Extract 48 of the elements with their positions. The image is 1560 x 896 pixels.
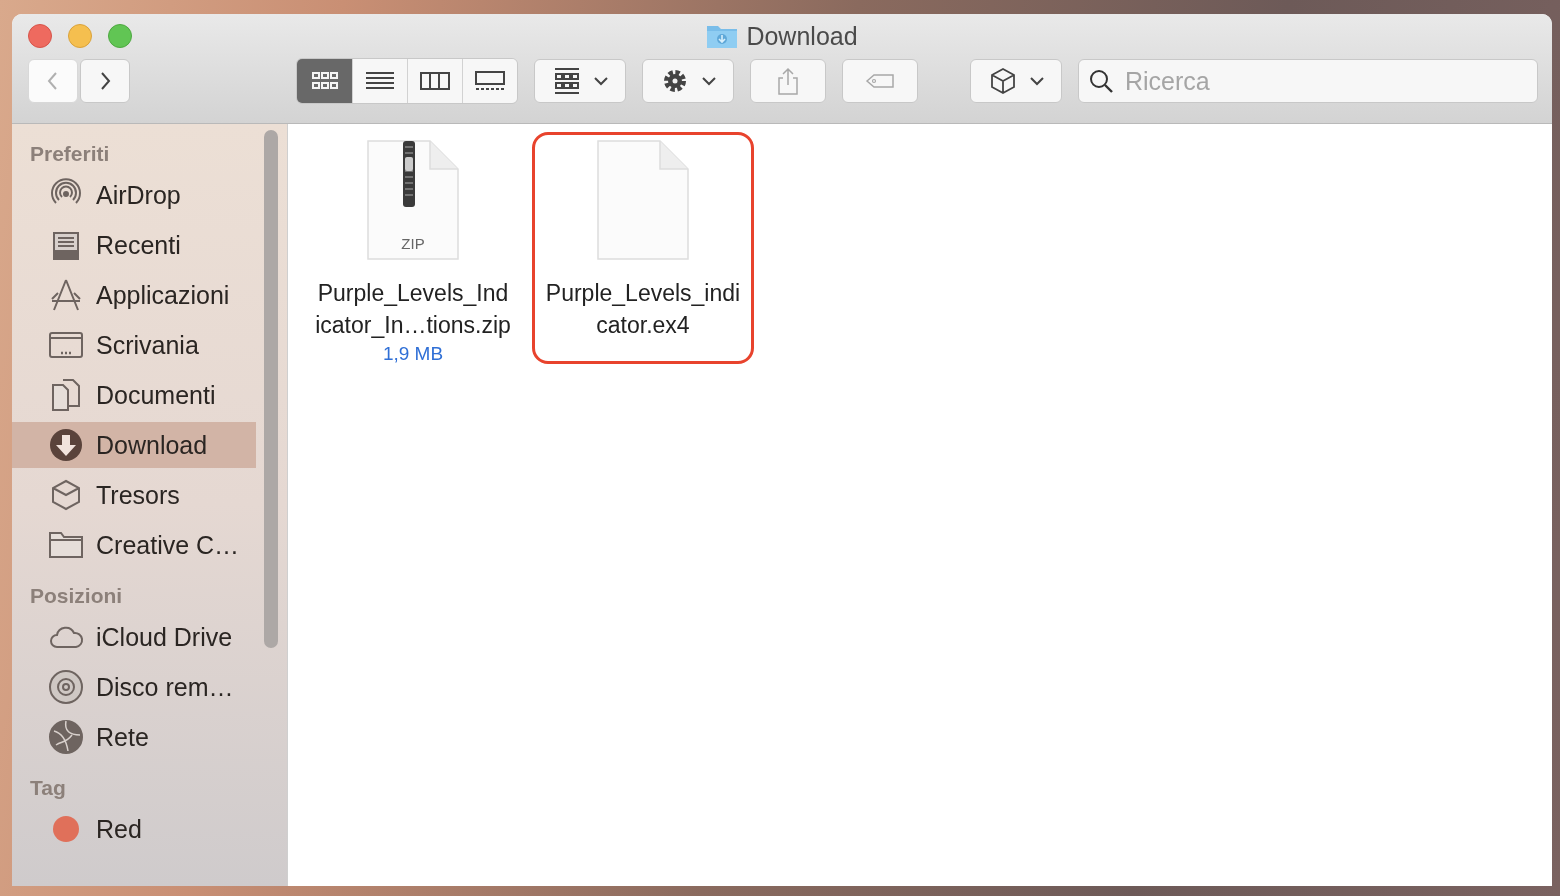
grid-icon <box>552 66 582 96</box>
folder-icon <box>706 23 739 49</box>
network-icon <box>48 719 84 755</box>
cube-button[interactable] <box>970 59 1062 103</box>
forward-button[interactable] <box>80 59 130 103</box>
share-button[interactable] <box>750 59 826 103</box>
sidebar-item[interactable]: Rete <box>12 714 256 760</box>
disc-icon <box>48 669 84 705</box>
sidebar-item[interactable]: Documenti <box>12 372 256 418</box>
gallery-icon <box>475 70 505 92</box>
file-item[interactable]: ZIP Purple_Levels_Ind icator_In…tions.zip 1,9 MB <box>302 132 524 376</box>
search-field[interactable]: Ricerca <box>1078 59 1538 103</box>
columns-view-button[interactable] <box>407 59 462 103</box>
sidebar-item[interactable]: Disco rem… <box>12 664 256 710</box>
sidebar-item[interactable]: Download <box>12 422 256 468</box>
sidebar-item[interactable]: Red <box>12 806 256 852</box>
grid-icon <box>309 70 340 92</box>
file-size: 1,9 MB <box>382 342 444 366</box>
window-title: Download <box>746 21 858 51</box>
list-view-button[interactable] <box>352 59 407 103</box>
sidebar-item[interactable]: Applicazioni <box>12 272 256 318</box>
zoom-button[interactable] <box>108 24 132 48</box>
list-icon <box>365 70 395 92</box>
download-icon <box>48 427 84 463</box>
zip-file-icon: ZIP <box>365 139 461 263</box>
columns-icon <box>420 70 450 92</box>
action-button[interactable] <box>642 59 734 103</box>
close-button[interactable] <box>28 24 52 48</box>
sidebar-item[interactable]: AirDrop <box>12 172 256 218</box>
tag-button[interactable] <box>842 59 918 103</box>
sidebar-heading: Preferiti <box>29 141 111 167</box>
sidebar-item[interactable]: Tresors <box>12 472 256 518</box>
file-name: Purple_Levels_Ind icator_In…tions.zip <box>315 279 511 340</box>
gallery-view-button[interactable] <box>462 59 517 103</box>
group-button[interactable] <box>534 59 626 103</box>
scrollbar-thumb[interactable] <box>264 130 278 648</box>
sidebar-item[interactable]: Scrivania <box>12 322 256 368</box>
file-name: Purple_Levels_indi cator.ex4 <box>545 279 741 340</box>
sidebar-heading: Posizioni <box>29 583 124 609</box>
sidebar-item[interactable]: Recenti <box>12 222 256 268</box>
sidebar-item[interactable]: Creative C… <box>12 522 256 568</box>
sidebar-item[interactable]: iCloud Drive <box>12 614 256 660</box>
highlight-frame[interactable]: Purple_Levels_indi cator.ex4 <box>532 132 754 364</box>
icons-view-button[interactable] <box>297 59 352 103</box>
document-icon <box>595 139 691 263</box>
minimize-button[interactable] <box>68 24 92 48</box>
sidebar-heading: Tag <box>29 775 67 801</box>
cube-icon <box>988 66 1018 96</box>
